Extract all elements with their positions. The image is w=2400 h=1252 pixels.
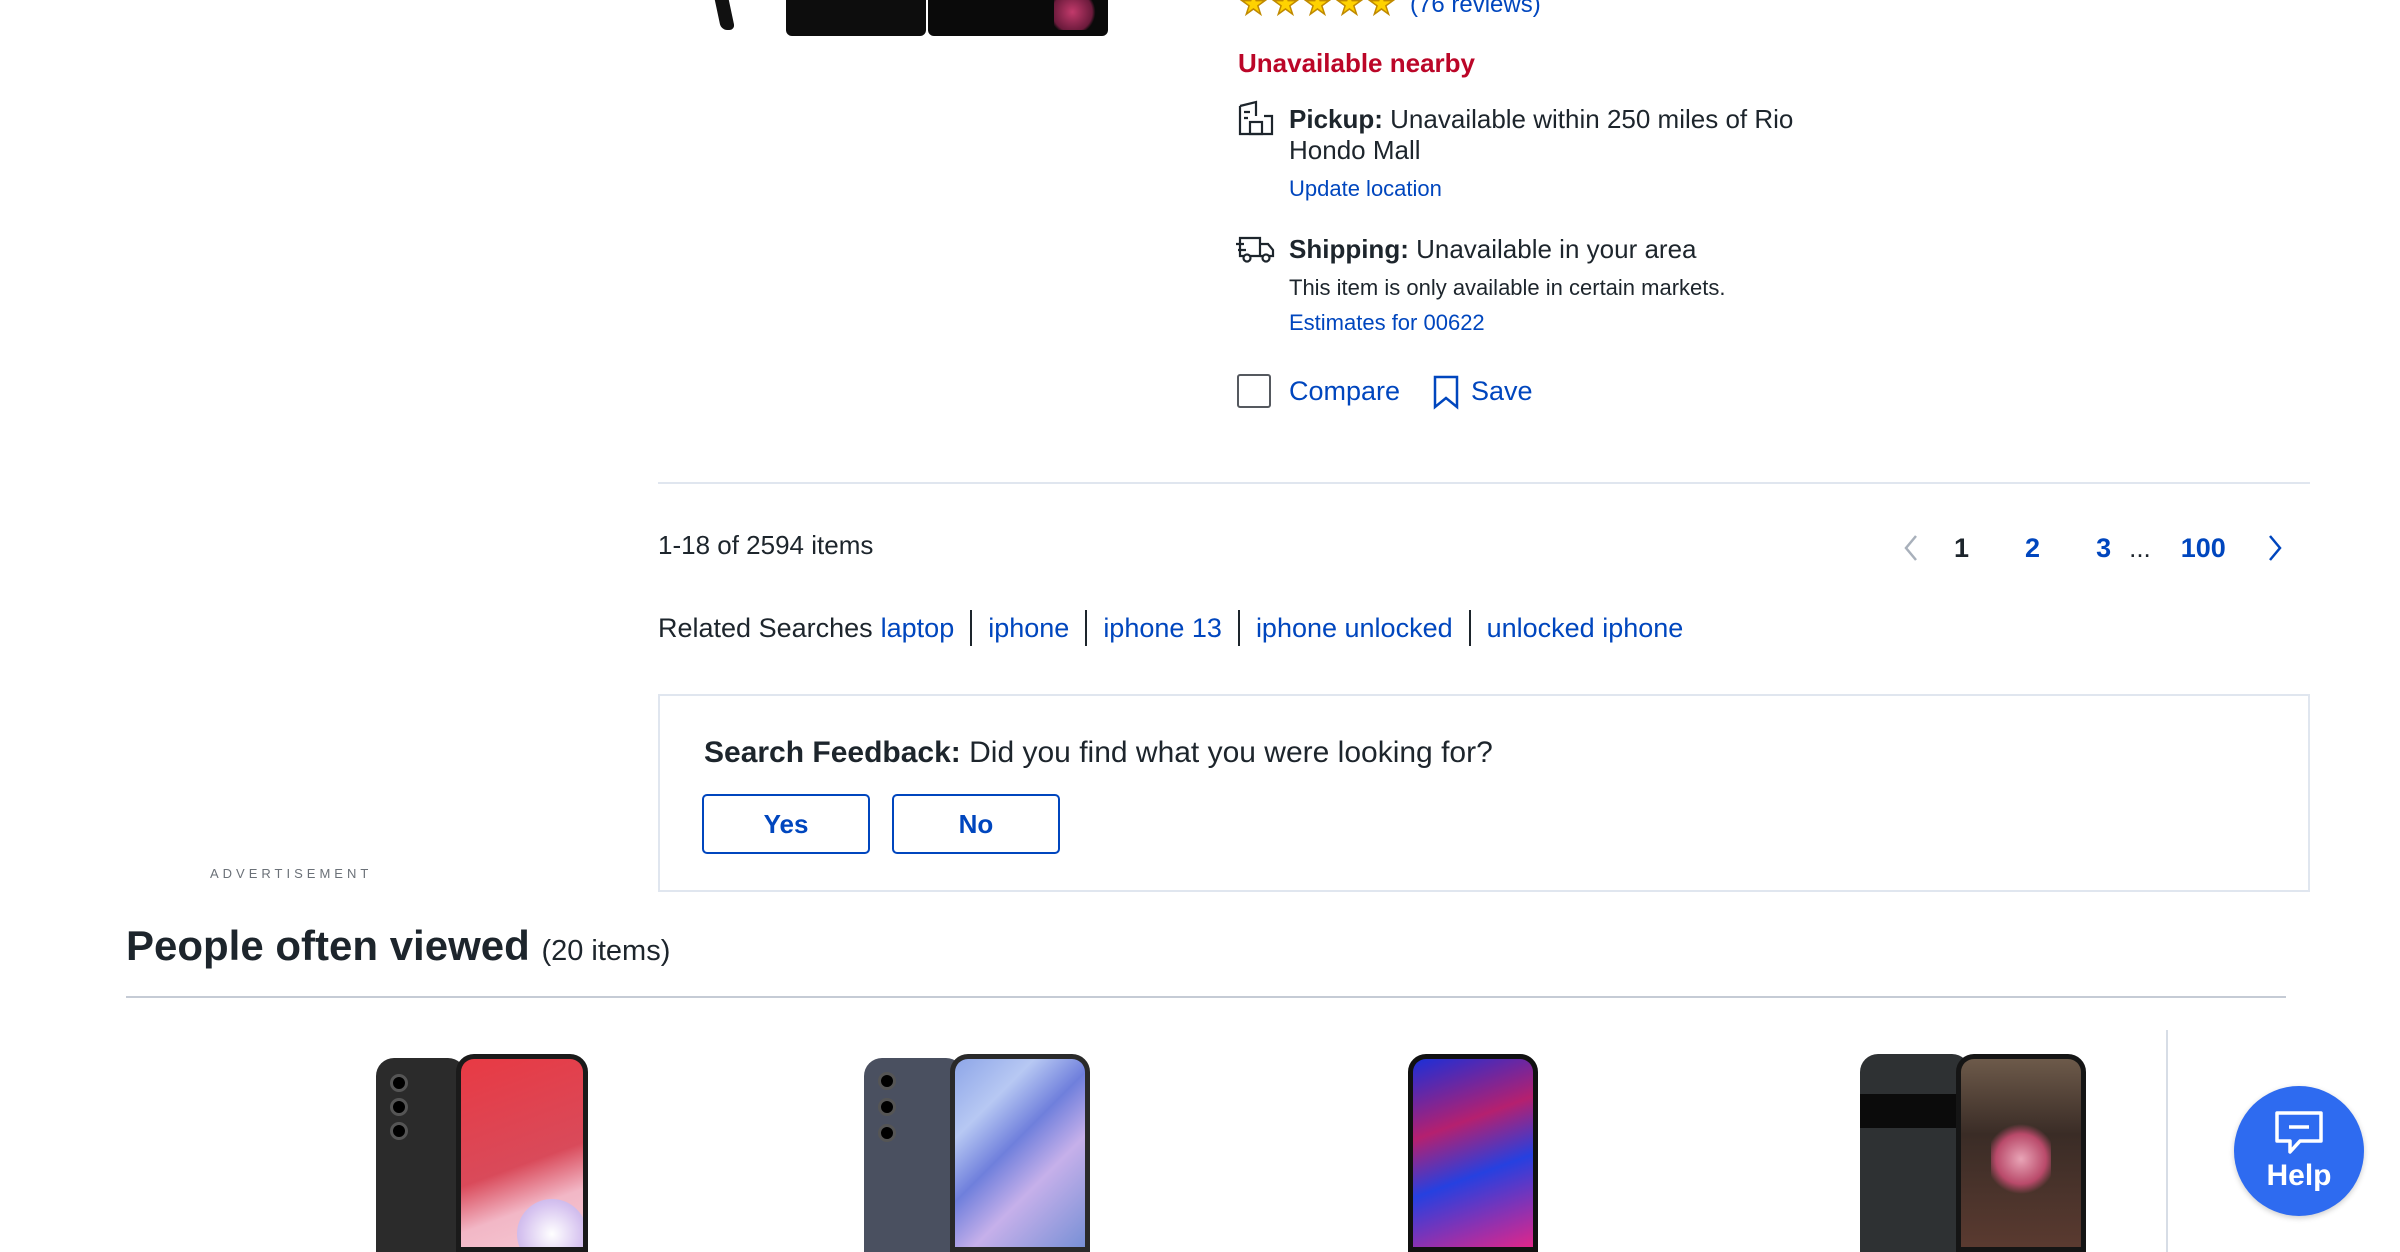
shipping-note: This item is only available in certain m… <box>1289 275 1726 300</box>
feedback-question-text: Did you find what you were looking for? <box>969 736 1493 769</box>
people-viewed-title: People often viewed <box>126 922 530 969</box>
shipping-label: Shipping: <box>1289 234 1409 264</box>
page-1[interactable]: 1 <box>1954 533 1969 564</box>
shipping-info: Shipping: Unavailable in your area <box>1289 234 1696 265</box>
update-location-link[interactable]: Update location <box>1289 176 1442 202</box>
related-link-iphone-13[interactable]: iphone 13 <box>1085 610 1238 646</box>
people-viewed-count: (20 items) <box>541 935 671 967</box>
next-page-button[interactable] <box>2260 531 2290 565</box>
page-2[interactable]: 2 <box>2025 533 2040 564</box>
star-icon: ★ <box>1239 0 1267 21</box>
availability-status: Unavailable nearby <box>1238 48 1475 78</box>
stylus-image <box>714 0 736 30</box>
feedback-label: Search Feedback: <box>704 736 961 769</box>
shipping-text: Unavailable in your area <box>1416 234 1697 264</box>
chat-icon <box>2275 1111 2323 1154</box>
pickup-info: Pickup: Unavailable within 250 miles of … <box>1289 104 1849 166</box>
related-searches-label: Related Searches <box>658 612 873 643</box>
related-searches: Related Searches laptop iphone iphone 13… <box>658 610 1699 646</box>
carousel-divider <box>2166 1030 2168 1252</box>
page-last[interactable]: 100 <box>2181 533 2226 564</box>
page-ellipsis: ... <box>2129 532 2151 563</box>
chevron-left-icon <box>1904 535 1917 561</box>
compare-checkbox[interactable] <box>1237 374 1271 408</box>
search-feedback-panel: Search Feedback: Did you find what you w… <box>658 694 2310 892</box>
related-link-iphone[interactable]: iphone <box>970 610 1085 646</box>
product-image[interactable] <box>714 0 1108 36</box>
related-link-laptop[interactable]: laptop <box>881 610 971 646</box>
bookmark-icon[interactable] <box>1432 374 1460 410</box>
star-icon: ★ <box>1303 0 1331 21</box>
star-icon: ★ <box>1335 0 1363 21</box>
save-button[interactable]: Save <box>1471 376 1533 407</box>
section-title: People often viewed (20 items) <box>126 922 670 970</box>
star-icon: ★ <box>1271 0 1299 21</box>
chevron-right-icon <box>2268 535 2282 561</box>
product-thumbnail[interactable] <box>1860 1050 2086 1252</box>
prev-page-button[interactable] <box>1896 531 1926 565</box>
store-icon <box>1238 100 1274 136</box>
help-label: Help <box>2266 1159 2332 1192</box>
divider <box>658 482 2310 484</box>
divider <box>126 996 2286 998</box>
product-thumbnail[interactable] <box>1408 1050 1538 1252</box>
feedback-question: Search Feedback: Did you find what you w… <box>704 736 1493 770</box>
rating-row[interactable]: ★ ★ ★ ★ ★ (76 reviews) <box>1239 0 1541 21</box>
star-icon: ★ <box>1367 0 1395 21</box>
results-count: 1-18 of 2594 items <box>658 530 874 560</box>
truck-icon <box>1236 236 1275 263</box>
product-thumbnail[interactable] <box>864 1050 1090 1252</box>
pagination: 1 2 3 ... 100 <box>1896 528 2290 568</box>
phone-back-image <box>786 0 926 36</box>
help-button[interactable]: Help <box>2234 1086 2364 1216</box>
related-link-iphone-unlocked[interactable]: iphone unlocked <box>1237 610 1469 646</box>
feedback-yes-button[interactable]: Yes <box>702 794 870 854</box>
related-link-unlocked-iphone[interactable]: unlocked iphone <box>1468 610 1700 646</box>
feedback-no-button[interactable]: No <box>892 794 1060 854</box>
compare-label[interactable]: Compare <box>1289 376 1400 407</box>
phone-front-image <box>928 0 1108 36</box>
page-3[interactable]: 3 <box>2096 533 2111 564</box>
reviews-link[interactable]: (76 reviews) <box>1410 0 1541 19</box>
product-thumbnail[interactable] <box>376 1050 588 1252</box>
estimates-link[interactable]: Estimates for 00622 <box>1289 310 1485 336</box>
pickup-label: Pickup: <box>1289 104 1383 134</box>
advertisement-label: ADVERTISEMENT <box>210 866 373 881</box>
